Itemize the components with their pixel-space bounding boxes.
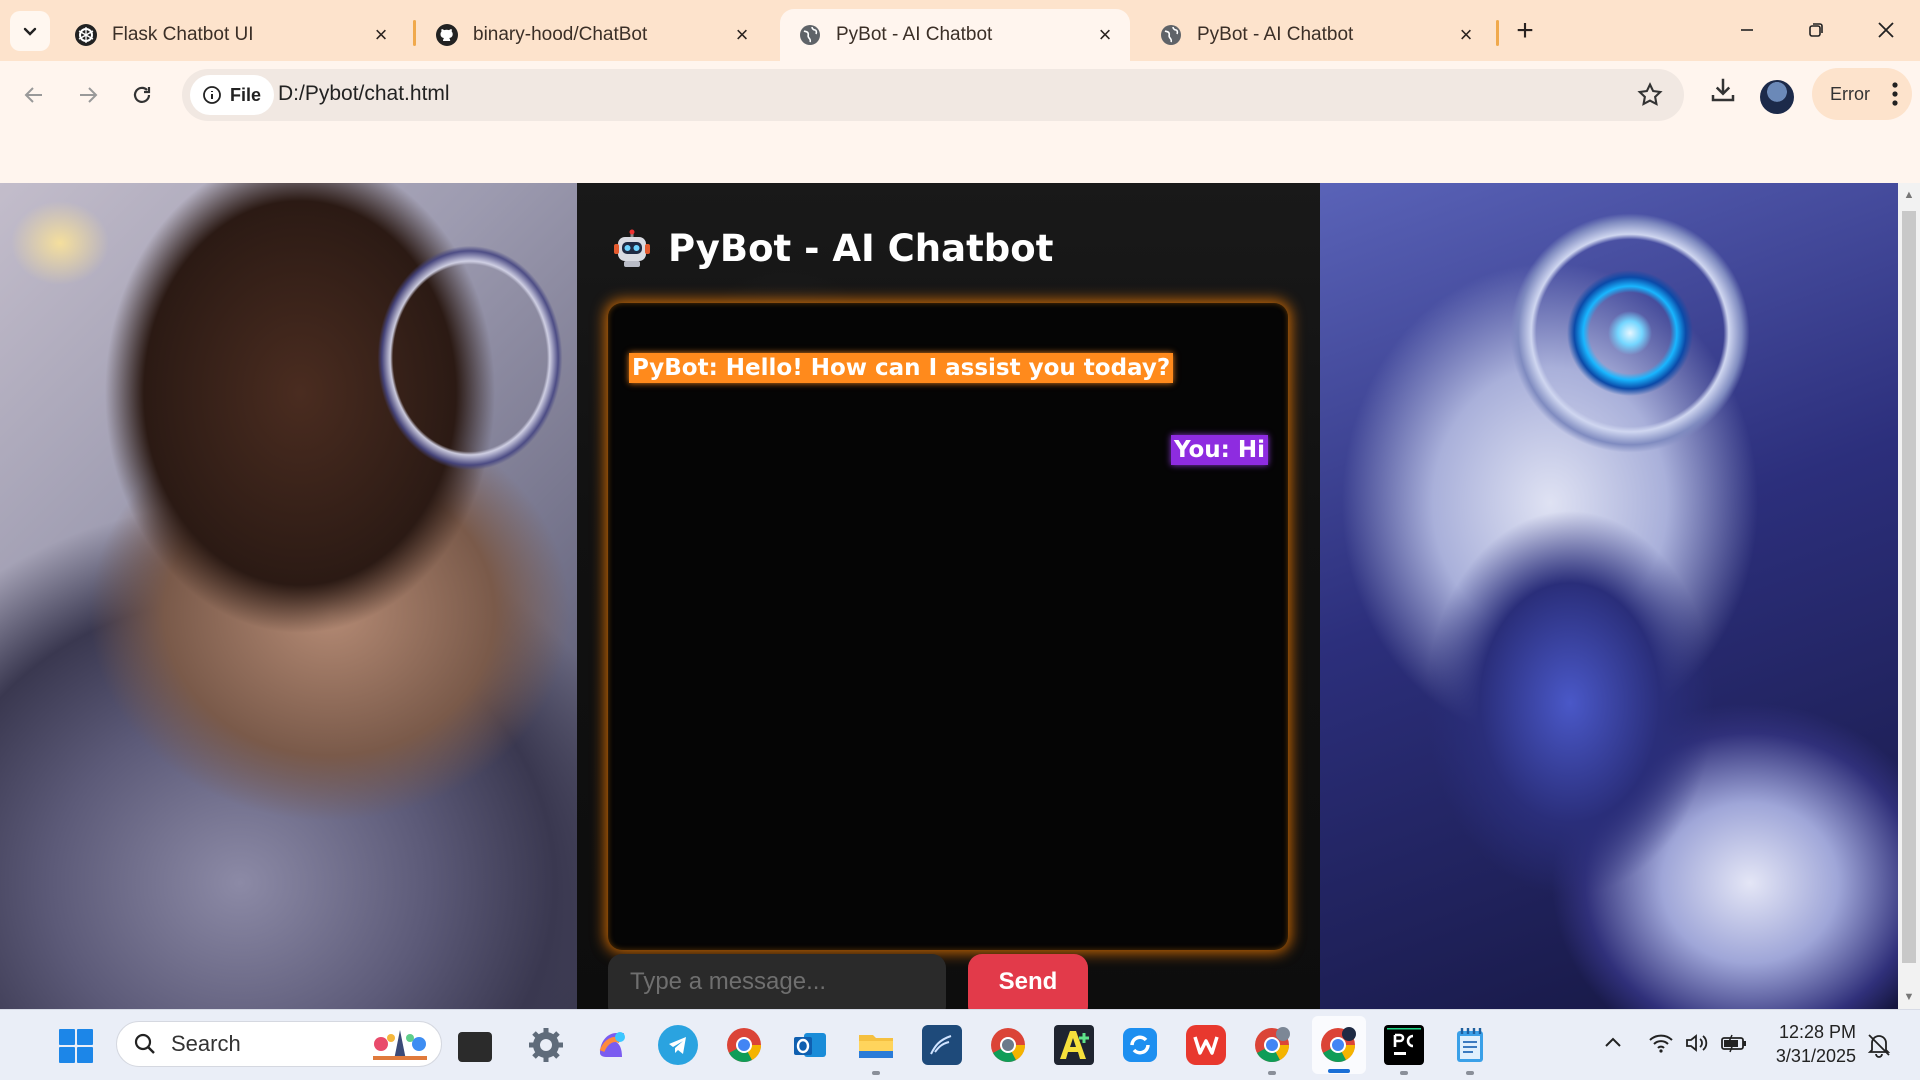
tab-title: binary-hood/ChatBot — [473, 24, 648, 45]
tab-title: PyBot - AI Chatbot — [836, 24, 993, 45]
tab-github[interactable]: binary-hood/ChatBot × — [417, 9, 767, 61]
chrome-icon[interactable] — [724, 1025, 764, 1065]
chat-title-text: PyBot - AI Chatbot — [668, 227, 1054, 270]
more-vertical-icon — [1892, 82, 1898, 106]
chip-label: File — [230, 84, 262, 105]
page-viewport: PyBot - AI Chatbot PyBot: Hello! How can… — [0, 183, 1898, 1009]
tab-title: Flask Chatbot UI — [112, 24, 254, 45]
user-message: You: Hi — [1170, 435, 1268, 465]
toolbar-spacer — [0, 127, 1920, 183]
page-scrollbar[interactable]: ▲ ▼ — [1898, 183, 1920, 1009]
font-app-icon[interactable] — [1054, 1025, 1094, 1065]
background-person-image — [0, 183, 578, 1009]
globe-icon — [800, 25, 820, 45]
tab-divider — [413, 20, 416, 46]
minimize-button[interactable] — [1725, 12, 1769, 48]
profile-error-button[interactable]: Error — [1812, 68, 1912, 120]
file-explorer-dark-icon[interactable] — [458, 1032, 492, 1062]
globe-icon — [1161, 25, 1181, 45]
robot-icon — [614, 229, 650, 267]
tab-pybot[interactable]: PyBot - AI Chatbot × — [1141, 9, 1491, 61]
file-explorer-icon[interactable] — [856, 1025, 896, 1075]
chrome-beta-icon[interactable] — [988, 1025, 1028, 1065]
tab-search-button[interactable] — [10, 11, 50, 51]
github-icon — [436, 24, 458, 46]
close-icon — [1878, 22, 1894, 38]
chevron-up-icon — [1605, 1037, 1621, 1047]
bookmark-button[interactable] — [1636, 81, 1664, 114]
wifi-icon[interactable] — [1648, 1032, 1674, 1060]
outlook-icon[interactable] — [790, 1025, 830, 1065]
address-bar[interactable]: File D:/Pybot/chat.html — [182, 69, 1684, 121]
new-tab-button[interactable]: + — [1509, 14, 1541, 47]
telegram-icon[interactable] — [658, 1025, 698, 1065]
close-icon[interactable]: × — [731, 22, 753, 47]
bot-message: PyBot: Hello! How can I assist you today… — [629, 353, 1174, 383]
download-icon — [1711, 78, 1735, 102]
taskbar-clock[interactable]: 12:28 PM 3/31/2025 — [1766, 1020, 1856, 1068]
tab-divider — [1496, 20, 1499, 46]
reload-button[interactable] — [122, 75, 162, 115]
openai-icon — [75, 24, 97, 46]
show-hidden-icons-button[interactable] — [1602, 1032, 1624, 1060]
tab-title: PyBot - AI Chatbot — [1197, 24, 1354, 45]
close-icon[interactable]: × — [370, 22, 392, 47]
site-info-chip[interactable]: File — [190, 75, 274, 115]
clock-time: 12:28 PM — [1778, 1022, 1856, 1042]
close-icon[interactable]: × — [1455, 22, 1477, 47]
reload-icon — [133, 86, 151, 103]
send-button[interactable]: Send — [968, 954, 1088, 1009]
chrome-active-icon[interactable] — [1318, 1025, 1358, 1065]
scroll-down-icon[interactable]: ▼ — [1903, 991, 1915, 1003]
chevron-down-icon — [23, 27, 37, 36]
sync-app-icon[interactable] — [1120, 1025, 1160, 1065]
profile-status-label: Error — [1830, 83, 1870, 104]
chat-messages-box: PyBot: Hello! How can I assist you today… — [608, 303, 1288, 950]
restore-icon — [1809, 23, 1823, 37]
message-input[interactable] — [608, 954, 946, 1009]
back-button[interactable] — [14, 75, 54, 115]
info-icon — [203, 86, 221, 104]
tab-pybot-active[interactable]: PyBot - AI Chatbot × — [780, 9, 1130, 61]
mysql-workbench-icon[interactable] — [922, 1025, 962, 1065]
scroll-thumb[interactable] — [1902, 211, 1916, 963]
arrow-left-icon — [24, 87, 42, 103]
browser-toolbar: File D:/Pybot/chat.html — [0, 61, 1920, 127]
battery-icon[interactable] — [1720, 1032, 1748, 1060]
chrome-profile-icon[interactable] — [1252, 1025, 1292, 1075]
arrow-right-icon — [80, 87, 98, 103]
wps-office-icon[interactable] — [1186, 1025, 1226, 1065]
tab-flask-chatbot[interactable]: Flask Chatbot UI × — [56, 9, 406, 61]
forward-button[interactable] — [68, 75, 108, 115]
scroll-up-icon[interactable]: ▲ — [1903, 189, 1915, 201]
pycharm-icon[interactable] — [1384, 1025, 1424, 1075]
restore-button[interactable] — [1794, 12, 1838, 48]
active-app-indicator — [1328, 1069, 1350, 1073]
tab-strip: Flask Chatbot UI × binary-hood/ChatBot ×… — [0, 0, 1920, 61]
background-robot-image — [1320, 183, 1898, 1009]
notification-bell-icon[interactable] — [1866, 1032, 1892, 1058]
star-icon — [1637, 82, 1663, 106]
copilot-icon[interactable] — [592, 1025, 632, 1065]
close-icon[interactable]: × — [1094, 22, 1116, 47]
page-title: PyBot - AI Chatbot — [612, 227, 1053, 270]
minimize-icon — [1741, 29, 1753, 31]
search-highlight-art-icon — [373, 1030, 427, 1060]
taskbar: Search 12:28 PM 3/31/2025 — [0, 1009, 1920, 1080]
clock-date: 3/31/2025 — [1775, 1046, 1856, 1066]
search-placeholder: Search — [171, 1031, 241, 1056]
notepad-icon[interactable] — [1450, 1025, 1490, 1075]
downloads-button[interactable] — [1708, 75, 1738, 110]
settings-icon[interactable] — [526, 1025, 566, 1065]
profile-avatar[interactable] — [1760, 80, 1794, 114]
close-window-button[interactable] — [1864, 12, 1908, 48]
taskbar-search[interactable]: Search — [116, 1021, 442, 1067]
search-icon — [134, 1033, 155, 1054]
windows-start-icon[interactable] — [58, 1028, 94, 1064]
volume-icon[interactable] — [1684, 1032, 1710, 1060]
url-text[interactable]: D:/Pybot/chat.html — [278, 82, 450, 106]
